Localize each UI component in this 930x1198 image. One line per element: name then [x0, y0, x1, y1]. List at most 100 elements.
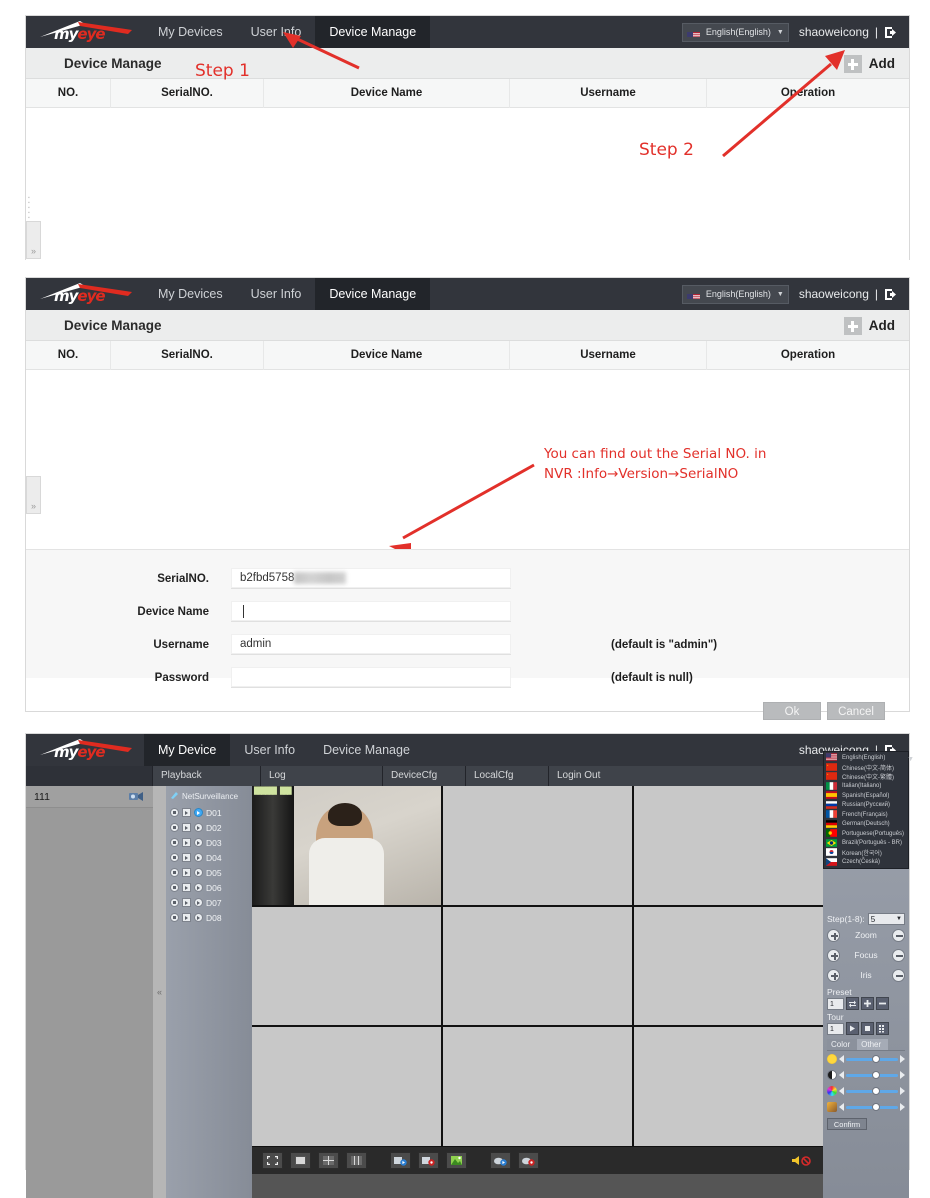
play-icon[interactable]: [194, 913, 203, 922]
lang-option-korean[interactable]: Korean(한국어): [824, 848, 908, 858]
hue-track[interactable]: [846, 1102, 898, 1111]
tree-row-d03[interactable]: D03: [170, 835, 252, 850]
audio-off-icon[interactable]: [518, 1152, 539, 1169]
fullscreen-icon[interactable]: [262, 1152, 283, 1169]
tree-row-d02[interactable]: D02: [170, 820, 252, 835]
play-icon[interactable]: [194, 823, 203, 832]
lang-option-chinese-simplified[interactable]: Chinese(中文-简体): [824, 762, 908, 773]
play-icon[interactable]: [194, 838, 203, 847]
brand-logo-2[interactable]: myeye: [26, 278, 144, 310]
tree-root[interactable]: NetSurveillance: [170, 791, 252, 802]
brand-logo[interactable]: myeye: [26, 16, 144, 48]
slider-increase-icon[interactable]: [900, 1055, 905, 1063]
brightness-track[interactable]: [846, 1054, 898, 1063]
stream-icon[interactable]: [182, 808, 191, 817]
preset-add-icon[interactable]: [861, 997, 874, 1010]
video-cell-9[interactable]: [634, 1027, 823, 1146]
chevron-down-icon-3[interactable]: ▼: [907, 756, 914, 763]
stream-icon[interactable]: [182, 838, 191, 847]
video-cell-8[interactable]: [443, 1027, 632, 1146]
preset-goto-icon[interactable]: [846, 997, 859, 1010]
add-device-button-2[interactable]: Add: [843, 310, 895, 341]
stop-icon[interactable]: [170, 808, 179, 817]
nav-tab-my-devices-2[interactable]: My Devices: [144, 278, 237, 310]
nav-tab-device-manage-2[interactable]: Device Manage: [315, 278, 431, 310]
stream-icon[interactable]: [182, 823, 191, 832]
ok-button[interactable]: Ok: [763, 702, 821, 720]
hue-knob[interactable]: [872, 1102, 880, 1111]
confirm-button[interactable]: Confirm: [827, 1118, 867, 1130]
tour-list-icon[interactable]: [876, 1022, 889, 1035]
quad-view-icon[interactable]: [318, 1152, 339, 1169]
language-dropdown-menu[interactable]: English(English) Chinese(中文-简体) Chinese(…: [823, 751, 914, 869]
lang-option-czech[interactable]: Czech(Česká): [824, 857, 908, 868]
video-cell-7[interactable]: [252, 1027, 441, 1146]
play-icon[interactable]: [194, 868, 203, 877]
snapshot-icon[interactable]: [446, 1152, 467, 1169]
tree-row-d05[interactable]: D05: [170, 865, 252, 880]
stop-icon[interactable]: [170, 898, 179, 907]
nav-tab-my-device-3[interactable]: My Device: [144, 734, 231, 766]
tab-color[interactable]: Color: [827, 1039, 858, 1050]
video-cell-2[interactable]: [443, 786, 632, 905]
tour-stop-icon[interactable]: [861, 1022, 874, 1035]
slider-increase-icon[interactable]: [900, 1087, 905, 1095]
username-input[interactable]: [231, 634, 511, 655]
tree-row-d01[interactable]: D01: [170, 805, 252, 820]
iris-close-button[interactable]: [892, 968, 905, 982]
tree-row-d04[interactable]: D04: [170, 850, 252, 865]
contrast-knob[interactable]: [872, 1070, 880, 1079]
brightness-knob[interactable]: [872, 1054, 880, 1063]
stream-icon[interactable]: [182, 853, 191, 862]
video-cell-4[interactable]: [252, 906, 441, 1026]
focus-in-button[interactable]: [827, 948, 840, 962]
zoom-in-button[interactable]: [827, 928, 840, 942]
video-cell-5[interactable]: [443, 906, 632, 1026]
slider-increase-icon[interactable]: [900, 1103, 905, 1111]
lang-option-chinese-traditional[interactable]: Chinese(中文-繁體): [824, 772, 908, 782]
video-cell-3[interactable]: [634, 786, 823, 905]
stop-icon[interactable]: [170, 853, 179, 862]
lang-option-brazil[interactable]: Brazil(Português - BR): [824, 838, 908, 849]
preset-number-input[interactable]: 1: [827, 997, 844, 1010]
saturation-knob[interactable]: [872, 1086, 880, 1095]
slider-decrease-icon[interactable]: [839, 1087, 844, 1095]
password-input[interactable]: [231, 667, 511, 688]
lang-option-portuguese[interactable]: Portuguese(Português): [824, 829, 908, 839]
tour-number-input[interactable]: 1: [827, 1022, 844, 1035]
tree-row-d06[interactable]: D06: [170, 880, 252, 895]
serialno-input[interactable]: [231, 568, 511, 589]
nav-tab-my-devices[interactable]: My Devices: [144, 16, 237, 48]
slider-decrease-icon[interactable]: [839, 1055, 844, 1063]
brand-logo-3[interactable]: myeye: [26, 734, 144, 766]
preset-remove-icon[interactable]: [876, 997, 889, 1010]
lang-option-french[interactable]: French(Français): [824, 810, 908, 820]
stream-icon[interactable]: [182, 898, 191, 907]
sidebar-collapse-handle-1[interactable]: »: [26, 221, 41, 259]
lang-option-russian[interactable]: Russian(Русский): [824, 800, 908, 811]
stop-icon[interactable]: [170, 913, 179, 922]
stop-icon[interactable]: [170, 838, 179, 847]
logout-icon[interactable]: [884, 26, 897, 39]
play-icon[interactable]: [194, 808, 203, 817]
record-stop-icon[interactable]: [418, 1152, 439, 1169]
video-cell-1[interactable]: ██████ ███: [252, 786, 441, 905]
nav-tab-user-info-2[interactable]: User Info: [237, 278, 316, 310]
focus-out-button[interactable]: [892, 948, 905, 962]
tree-row-d08[interactable]: D08: [170, 910, 252, 925]
lang-option-english[interactable]: English(English): [824, 753, 908, 763]
tree-row-d07[interactable]: D07: [170, 895, 252, 910]
lang-option-italian[interactable]: Italian(Italiano): [824, 781, 908, 792]
play-icon[interactable]: [194, 853, 203, 862]
subtab-localcfg[interactable]: LocalCfg: [466, 766, 549, 786]
contrast-track[interactable]: [846, 1070, 898, 1079]
record-start-icon[interactable]: [390, 1152, 411, 1169]
play-icon[interactable]: [194, 898, 203, 907]
slider-decrease-icon[interactable]: [839, 1071, 844, 1079]
sidebar-collapse-handle-2[interactable]: »: [26, 476, 41, 514]
saturation-track[interactable]: [846, 1086, 898, 1095]
lang-option-german[interactable]: German(Deutsch): [824, 819, 908, 830]
subtab-log[interactable]: Log: [261, 766, 383, 786]
stop-icon[interactable]: [170, 883, 179, 892]
logout-icon-2[interactable]: [884, 288, 897, 301]
